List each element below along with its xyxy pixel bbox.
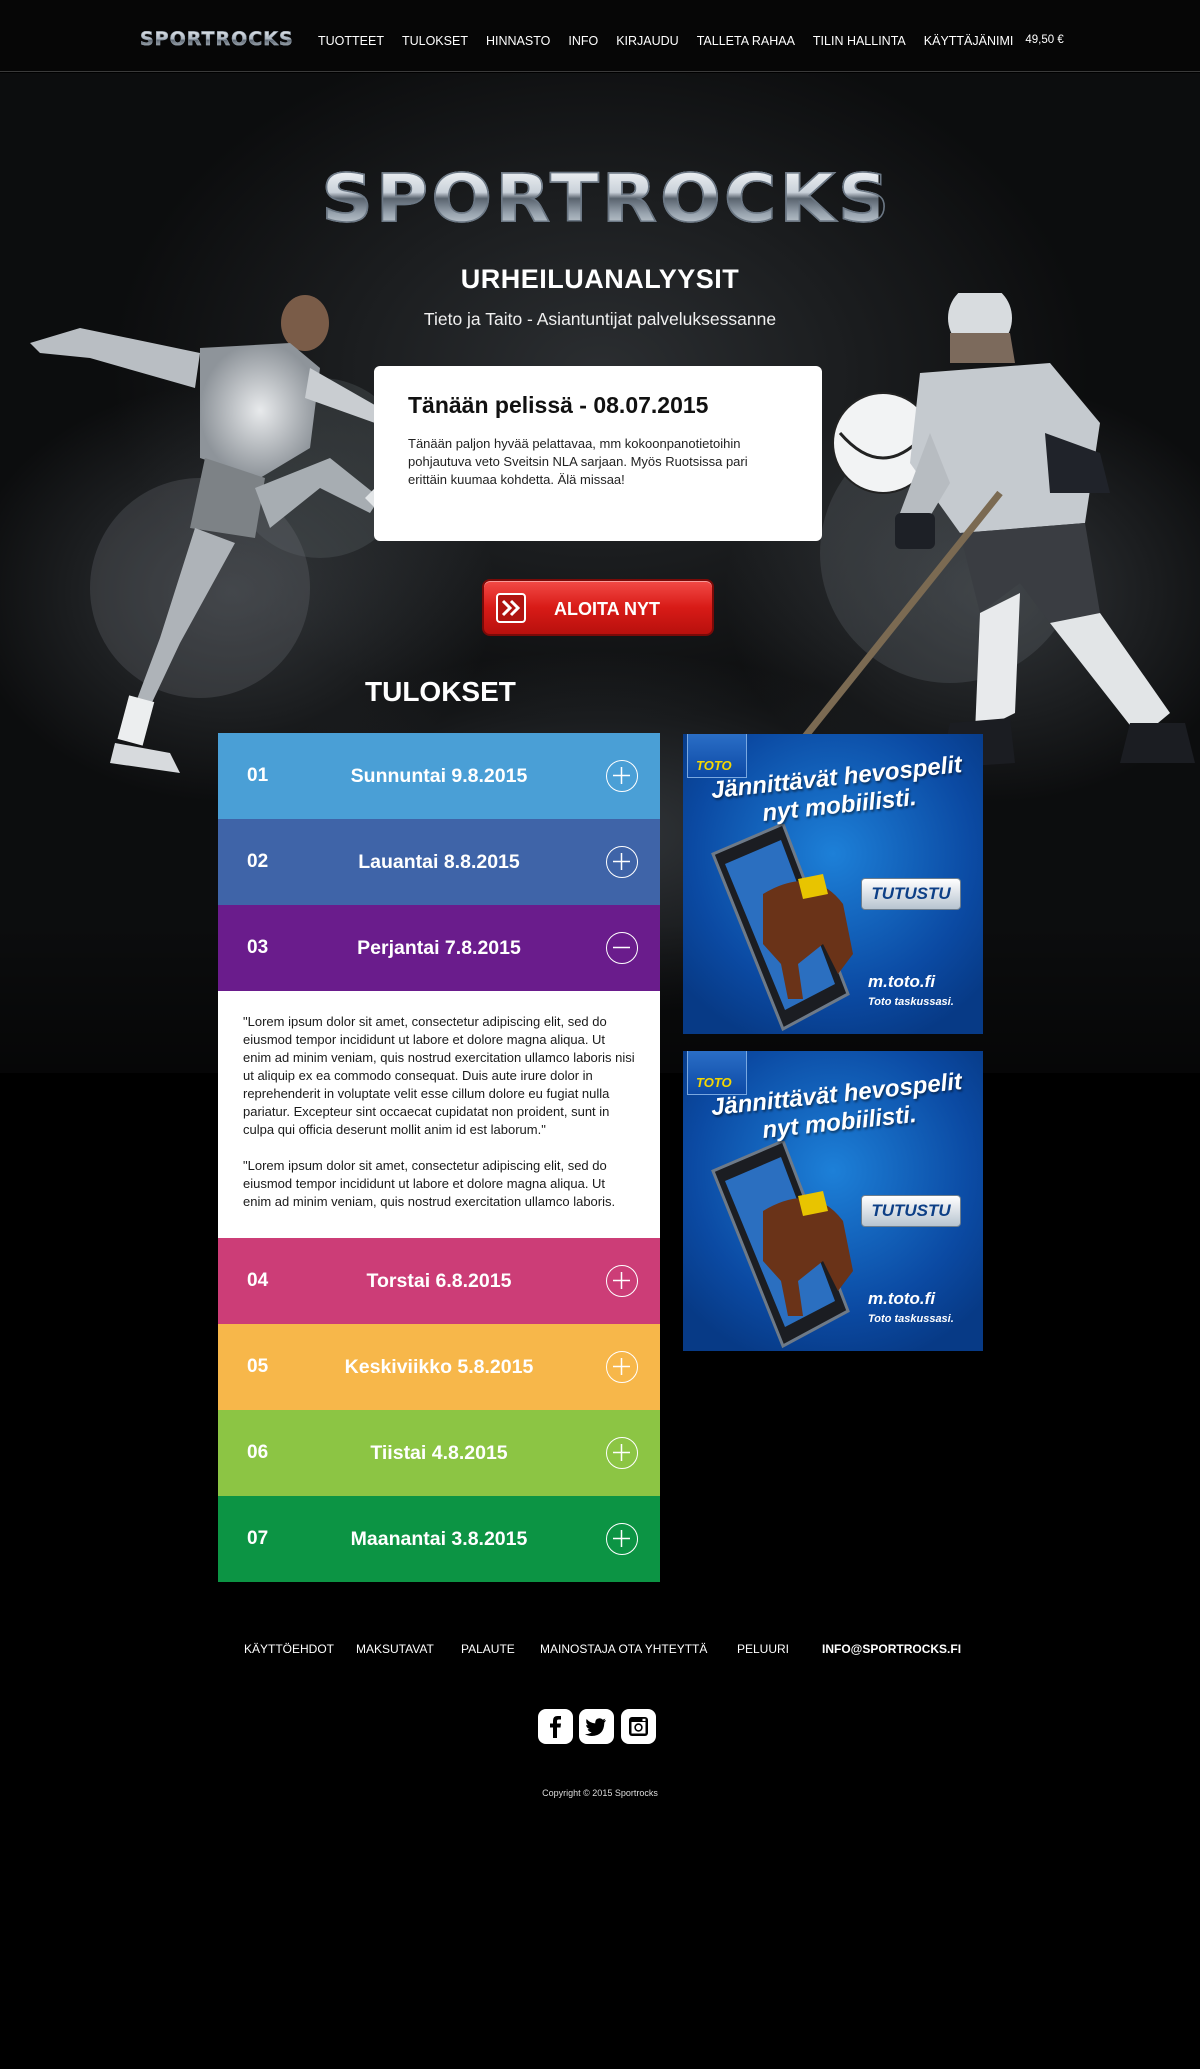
ad-url: m.toto.fi [868, 972, 936, 991]
row-number: 07 [247, 1528, 269, 1549]
row-number: 05 [247, 1356, 269, 1377]
results-row-2[interactable]: 02 Lauantai 8.8.2015 [218, 819, 660, 905]
results-row-1[interactable]: 01 Sunnuntai 9.8.2015 [218, 733, 660, 819]
ad-url: m.toto.fi [868, 1289, 936, 1308]
toto-ad-banner[interactable]: TOTO Jännittävät hevospelit nyt mobiilist… [683, 1051, 983, 1351]
row-label: Tiistai 4.8.2015 [370, 1442, 508, 1464]
copyright: Copyright © 2015 Sportrocks [542, 1788, 658, 1798]
results-row-3[interactable]: 03 Perjantai 7.8.2015 [218, 905, 660, 991]
row-label: Perjantai 7.8.2015 [357, 937, 521, 959]
hero-title: URHEILUANALYYSIT [460, 264, 740, 294]
nav-item-tulokset[interactable]: TULOKSET [402, 34, 468, 48]
facebook-icon[interactable] [538, 1709, 573, 1744]
minus-icon[interactable] [606, 932, 638, 964]
top-navigation: SPORTROCKS TUOTTEET TULOKSET HINNASTO IN… [0, 0, 1200, 72]
footer-email-link[interactable]: INFO@SPORTROCKS.FI [822, 1642, 961, 1656]
row-number: 03 [247, 937, 269, 958]
hero-subtitle: Tieto ja Taito - Asiantuntijat palveluks… [423, 309, 777, 329]
nav-menu: TUOTTEET TULOKSET HINNASTO INFO KIRJAUDU… [318, 34, 1064, 48]
nav-item-tilin-hallinta[interactable]: TILIN HALLINTA [813, 34, 906, 48]
nav-item-info[interactable]: INFO [568, 34, 598, 48]
ad-tutustu-button[interactable]: TUTUSTU [861, 878, 961, 910]
account-balance: 49,50 € [1025, 34, 1064, 46]
row-number: 04 [247, 1270, 269, 1291]
footer-link-maksutavat[interactable]: MAKSUTAVAT [356, 1642, 434, 1656]
ad-tagline: Toto taskussasi. [868, 1313, 954, 1325]
instagram-icon[interactable] [621, 1709, 656, 1744]
footer-link-palaute[interactable]: PALAUTE [461, 1642, 515, 1656]
row-number: 06 [247, 1442, 269, 1463]
hero-logo: SPORTROCKS [321, 159, 893, 238]
row-number: 01 [247, 765, 269, 786]
row-label: Lauantai 8.8.2015 [358, 851, 520, 873]
toto-ad-banner[interactable]: TOTO Jännittävät hevospelit nyt mobiilist… [683, 734, 983, 1034]
nav-logo[interactable]: SPORTROCKS [140, 28, 294, 51]
ad-tagline: Toto taskussasi. [868, 996, 954, 1008]
row-label: Maanantai 3.8.2015 [350, 1528, 528, 1550]
phone-horse-image [711, 824, 853, 1032]
plus-icon[interactable] [606, 1523, 638, 1555]
nav-item-hinnasto[interactable]: HINNASTO [486, 34, 550, 48]
plus-icon[interactable] [606, 1265, 638, 1297]
toto-logo: TOTO [687, 734, 747, 778]
start-now-label: ALOITA NYT [554, 599, 660, 619]
results-row-3-content: "Lorem ipsum dolor sit amet, consectetur… [218, 991, 660, 1238]
nav-item-tuotteet[interactable]: TUOTTEET [318, 34, 384, 48]
double-chevron-right-icon [496, 593, 526, 623]
nav-item-talleta-rahaa[interactable]: TALLETA RAHAA [697, 34, 795, 48]
today-card: Tänään pelissä - 08.07.2015 Tänään paljo… [374, 366, 822, 541]
phone-horse-image [711, 1141, 853, 1349]
footer-link-peluuri[interactable]: PELUURI [737, 1642, 789, 1656]
results-row-7[interactable]: 07 Maanantai 3.8.2015 [218, 1496, 660, 1582]
today-text: Tänään paljon hyvää pelattavaa, mm kokoo… [408, 436, 748, 487]
footer-link-kayttoehdot[interactable]: KÄYTTÖEHDOT [244, 1642, 334, 1656]
results-row-5[interactable]: 05 Keskiviikko 5.8.2015 [218, 1324, 660, 1410]
start-now-button[interactable]: ALOITA NYT [482, 579, 714, 636]
nav-item-kirjaudu[interactable]: KIRJAUDU [616, 34, 679, 48]
nav-item-kayttajanimi[interactable]: KÄYTTÄJÄNIMI [924, 34, 1014, 48]
results-title: TULOKSET [365, 676, 516, 707]
plus-icon[interactable] [606, 846, 638, 878]
today-title: Tänään pelissä - 08.07.2015 [408, 392, 709, 418]
results-row-4[interactable]: 04 Torstai 6.8.2015 [218, 1238, 660, 1324]
results-row-6[interactable]: 06 Tiistai 4.8.2015 [218, 1410, 660, 1496]
result-paragraph: "Lorem ipsum dolor sit amet, consectetur… [243, 1014, 635, 1137]
row-label: Sunnuntai 9.8.2015 [350, 765, 528, 787]
row-label: Torstai 6.8.2015 [366, 1270, 512, 1292]
row-number: 02 [247, 851, 269, 872]
row-label: Keskiviikko 5.8.2015 [344, 1356, 534, 1378]
footer-link-mainostaja[interactable]: MAINOSTAJA OTA YHTEYTTÄ [540, 1642, 707, 1656]
plus-icon[interactable] [606, 1437, 638, 1469]
twitter-icon[interactable] [579, 1709, 614, 1744]
results-accordion: 01 Sunnuntai 9.8.2015 02 Lauantai 8.8.20… [218, 733, 660, 1582]
result-paragraph: "Lorem ipsum dolor sit amet, consectetur… [243, 1158, 616, 1209]
ad-tutustu-button[interactable]: TUTUSTU [861, 1195, 961, 1227]
toto-logo: TOTO [687, 1051, 747, 1095]
plus-icon[interactable] [606, 760, 638, 792]
plus-icon[interactable] [606, 1351, 638, 1383]
